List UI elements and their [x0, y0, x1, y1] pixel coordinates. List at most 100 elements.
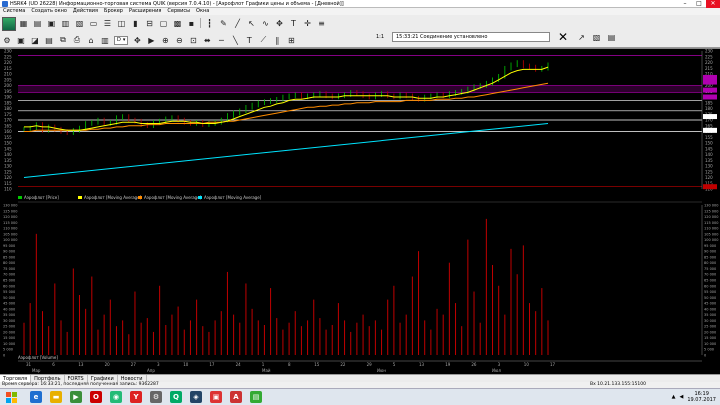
arrow-icon[interactable]: ↗: [576, 32, 587, 42]
date-tick-label: 17: [209, 362, 215, 367]
order-icon[interactable]: ▧: [74, 18, 85, 28]
info-icon[interactable]: ▢: [158, 18, 169, 28]
news-icon[interactable]: ▥: [60, 18, 71, 28]
navigate-icon[interactable]: ✥: [132, 35, 142, 45]
chart-icon[interactable]: ▣: [46, 18, 57, 28]
menu-windows[interactable]: Окна: [193, 8, 212, 15]
print-icon[interactable]: ⎙: [72, 35, 82, 45]
price-axis-label: 145: [4, 146, 12, 151]
volume-axis-label: 70 000: [3, 273, 15, 277]
chart-area[interactable]: 2302302252252202202152152102102052052002…: [0, 48, 720, 375]
zoom-fit-icon[interactable]: ⊡: [188, 35, 198, 45]
tab-portfolio[interactable]: Портфель: [31, 375, 65, 382]
menu-services[interactable]: Сервисы: [164, 8, 193, 15]
menu-system[interactable]: Система: [0, 8, 28, 15]
volume-axis-label: 35 000: [3, 313, 15, 317]
quik-icon[interactable]: Q: [170, 391, 182, 403]
opera-icon[interactable]: O: [90, 391, 102, 403]
copy-icon[interactable]: ⧉: [58, 35, 68, 45]
filter-icon[interactable]: ⊟: [144, 18, 155, 28]
interval-select[interactable]: D ▾: [114, 35, 129, 45]
candles-icon[interactable]: ┇: [204, 18, 215, 28]
volume-axis-label: 60 000: [3, 284, 15, 288]
explorer-icon[interactable]: ▬: [50, 391, 62, 403]
price-axis-label-right: 215: [705, 66, 713, 71]
menu-broker[interactable]: Брокер: [101, 8, 126, 15]
lines-icon[interactable]: ≡: [316, 18, 327, 28]
bars-icon[interactable]: ▮: [130, 18, 141, 28]
volume-axis-label-right: 105 000: [704, 232, 718, 236]
close-button[interactable]: ✕: [706, 0, 720, 8]
toolbar-right: ↗ ▧ ▤: [576, 32, 617, 42]
channel-icon[interactable]: ∥: [272, 35, 282, 45]
save-icon[interactable]: ▪: [186, 18, 197, 28]
volume-axis-label: 115 000: [3, 221, 17, 225]
tab-charts[interactable]: Графики: [88, 375, 118, 382]
legend-label: Аэрофлот [Moving Average]: [144, 195, 202, 200]
price-volume-chart[interactable]: 2302302252252202202152152102102052052002…: [0, 49, 720, 375]
wave-icon[interactable]: ∿: [260, 18, 271, 28]
price-axis-label-right: 180: [705, 106, 713, 111]
horizontal-line-icon[interactable]: ─: [216, 35, 226, 45]
maximize-button[interactable]: □: [692, 0, 706, 8]
cross-icon[interactable]: ✛: [302, 18, 313, 28]
pdf-icon[interactable]: A: [230, 391, 242, 403]
yandex-icon[interactable]: Y: [130, 391, 142, 403]
new-chart-icon[interactable]: ▣: [16, 35, 26, 45]
template-icon[interactable]: ▤: [44, 35, 54, 45]
volume-axis-label-right: 50 000: [704, 296, 716, 300]
trend-line-icon[interactable]: ╲: [230, 35, 240, 45]
zoom-out-icon[interactable]: ⊖: [174, 35, 184, 45]
menu-actions[interactable]: Действия: [70, 8, 101, 15]
ray-icon[interactable]: ⟋: [258, 35, 268, 45]
toolbar: ▦ ▤ ▣ ▥ ▧ ▭ ☰ ◫ ▮ ⊟ ▢ ▩ ▪ ┇ ✎ ╱ ↖ ∿ ✥ T …: [0, 15, 720, 48]
level2-icon[interactable]: ▤: [606, 32, 617, 42]
network-icon[interactable]: ▲: [672, 394, 676, 400]
draw-icon[interactable]: ╱: [232, 18, 243, 28]
media-icon[interactable]: ▶: [70, 391, 82, 403]
start-icon[interactable]: [6, 392, 17, 403]
tab-trading[interactable]: Торговля: [0, 375, 32, 382]
portfolio-icon[interactable]: ◫: [116, 18, 127, 28]
lock-icon[interactable]: ⌂: [86, 35, 96, 45]
price-axis-label: 170: [4, 118, 12, 123]
move-icon[interactable]: ✥: [274, 18, 285, 28]
list-icon[interactable]: ☰: [102, 18, 113, 28]
menu-extensions[interactable]: Расширения: [126, 8, 164, 15]
text-icon[interactable]: T: [288, 18, 299, 28]
office-icon[interactable]: ▣: [210, 391, 222, 403]
price-axis-label: 135: [4, 158, 12, 163]
tools-icon[interactable]: ✎: [218, 18, 229, 28]
chrome-icon[interactable]: ◉: [110, 391, 122, 403]
volume-axis-label-right: 10 000: [704, 342, 716, 346]
calc-icon[interactable]: ▩: [172, 18, 183, 28]
clock[interactable]: 16:19 19.07.2017: [687, 391, 716, 403]
table-icon[interactable]: ▤: [32, 18, 43, 28]
bag-icon[interactable]: ▧: [591, 32, 602, 42]
menu-create-window[interactable]: Создать окно: [28, 8, 70, 15]
volume-axis-label-right: 80 000: [704, 261, 716, 265]
terminal-icon[interactable]: ▤: [250, 391, 262, 403]
fibonacci-icon[interactable]: ⊞: [286, 35, 296, 45]
tab-forts[interactable]: FORTS: [65, 375, 88, 382]
window-icon[interactable]: ▭: [88, 18, 99, 28]
level-band: [18, 85, 702, 93]
app-icon[interactable]: ◈: [190, 391, 202, 403]
ie-icon[interactable]: e: [30, 391, 42, 403]
pointer-icon[interactable]: ↖: [246, 18, 257, 28]
bar-chart-icon[interactable]: ▥: [100, 35, 110, 45]
chart-settings-icon[interactable]: ⚙: [2, 35, 12, 45]
scale-icon[interactable]: ⬌: [202, 35, 212, 45]
grid-icon[interactable]: ▦: [18, 18, 29, 28]
text-tool-icon[interactable]: T: [244, 35, 254, 45]
play-icon[interactable]: ▶: [146, 35, 156, 45]
settings-icon[interactable]: ⚙: [150, 391, 162, 403]
price-axis-label-right: 145: [705, 146, 713, 151]
zoom-in-icon[interactable]: ⊕: [160, 35, 170, 45]
tab-news[interactable]: Новости: [118, 375, 147, 382]
disconnect-icon[interactable]: ✕: [558, 31, 568, 43]
indicator-icon[interactable]: ◪: [30, 35, 40, 45]
volume-icon[interactable]: ◀: [680, 394, 684, 400]
minimize-button[interactable]: –: [678, 0, 692, 8]
legend-label: Аэрофлот [Moving Average]: [84, 195, 142, 200]
